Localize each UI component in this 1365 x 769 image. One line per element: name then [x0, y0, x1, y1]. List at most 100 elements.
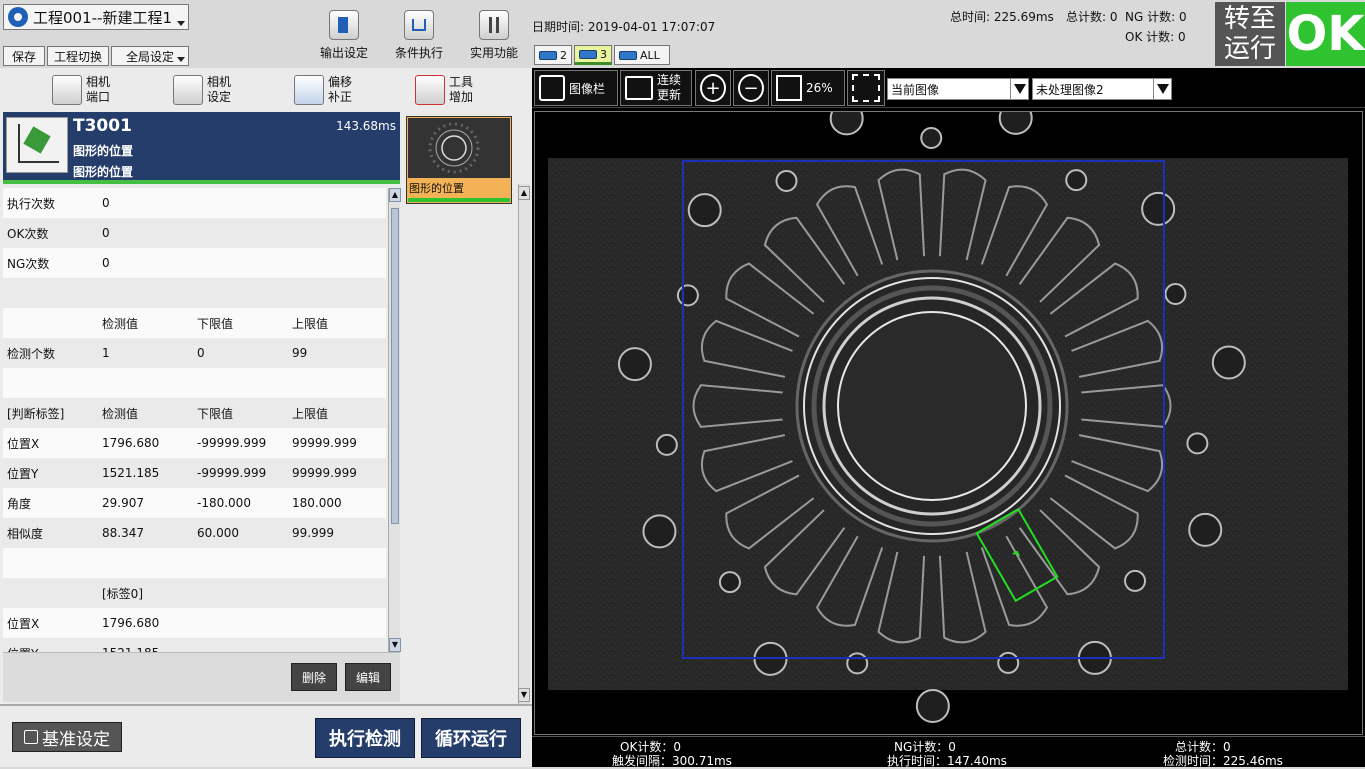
chevron-down-icon [1010, 79, 1028, 99]
save-label: 保存 [11, 49, 36, 64]
table-row[interactable]: [标签0] [3, 578, 386, 608]
table-row[interactable]: 角度 29.907 -180.000 180.000 [3, 488, 386, 518]
result-table: 执行次数 0 OK次数 0 NG次数 0 检测值 下限值 上限值 检测个数 1 0 99 [判断标签] 检测… [3, 188, 386, 652]
camera-tab-2[interactable]: 2 [534, 45, 572, 65]
table-cell: 检测值 [102, 406, 139, 421]
table-cell: NG次数 [7, 256, 50, 271]
table-cell: 1 [102, 346, 110, 360]
table-cell: 位置Y [7, 466, 39, 481]
table-row[interactable]: 位置Y 1521.185 -99999.999 99999.999 [3, 458, 386, 488]
table-cell: 0 [197, 346, 205, 360]
utility-button[interactable]: 实用功能 [459, 10, 529, 64]
table-cell: -99999.999 [197, 436, 267, 450]
camera-tab-all[interactable]: ALL [614, 45, 670, 65]
table-row[interactable]: 检测值 下限值 上限值 [3, 308, 386, 338]
run-check-button[interactable]: 执行检测 [315, 718, 415, 758]
raw-image-select[interactable]: 未处理图像2 [1032, 78, 1172, 100]
zoom-in-icon: + [700, 74, 726, 102]
loop-run-label: 循环运行 [435, 729, 507, 750]
project-name: 工程001--新建工程1 [33, 8, 172, 27]
table-cell: [标签0] [102, 586, 143, 601]
global-settings-button[interactable]: 全局设定 [111, 46, 189, 66]
scroll-down-icon[interactable]: ▼ [389, 638, 401, 652]
loop-run-button[interactable]: 循环运行 [421, 718, 521, 758]
table-row[interactable]: NG次数 0 [3, 248, 386, 278]
go-run-line2: 运行 [1223, 34, 1276, 64]
table-row[interactable]: 位置Y1521.185 [3, 638, 386, 652]
table-cell: 180.000 [292, 496, 342, 510]
table-row[interactable]: [判断标签] 检测值 下限值 上限值 [3, 398, 386, 428]
scroll-down-icon[interactable]: ▼ [518, 688, 530, 702]
tool-type: 图形的位置 [73, 165, 134, 179]
zoom-out-button[interactable]: − [733, 70, 769, 106]
table-row[interactable]: 检测个数 1 0 99 [3, 338, 386, 368]
continuous-line2: 更新 [657, 88, 682, 102]
camera-settings-line1: 相机 [207, 75, 232, 89]
offset-correction-line2: 补正 [328, 90, 353, 104]
image-bar-button[interactable]: 图像栏 [534, 70, 618, 106]
add-tool-line2: 增加 [449, 90, 474, 104]
zoom-in-button[interactable]: + [695, 70, 731, 106]
table-row[interactable]: 执行次数 0 [3, 188, 386, 218]
save-button[interactable]: 保存 [3, 46, 45, 66]
table-scrollbar[interactable]: ▲ ▼ [388, 188, 401, 652]
edit-button[interactable]: 编辑 [345, 663, 391, 691]
current-image-select[interactable]: 当前图像 [887, 78, 1029, 100]
table-row[interactable] [3, 548, 386, 578]
output-settings-label: 输出设定 [319, 46, 368, 60]
output-settings-button[interactable]: 输出设定 [309, 10, 379, 64]
offset-correction-button[interactable]: 偏移 补正 [294, 72, 352, 108]
go-run-button[interactable]: 转至 运行 [1215, 2, 1285, 66]
thumbnail-label: 图形的位置 [409, 182, 464, 195]
viewer-toolbar: 图像栏 连续 更新 + − 26% 当前图像 未处理图像2 [532, 68, 1365, 108]
tool-list-scrollbar[interactable]: ▲ ▼ [518, 184, 530, 704]
chevron-down-icon [177, 21, 185, 26]
status-bar: OK计数：0 触发间隔：300.71ms NG计数：0 执行时间：147.40m… [532, 736, 1365, 768]
gear-icon [8, 7, 28, 27]
table-cell: 29.907 [102, 496, 144, 510]
continuous-update-button[interactable]: 连续 更新 [620, 70, 692, 106]
table-row[interactable] [3, 368, 386, 398]
table-row[interactable] [3, 278, 386, 308]
image-canvas[interactable] [534, 100, 1363, 735]
base-settings-label: 基准设定 [42, 729, 110, 750]
table-cell: 上限值 [292, 316, 329, 331]
camera-port-line2: 端口 [86, 90, 111, 104]
scroll-up-icon[interactable]: ▲ [518, 186, 530, 200]
branch-icon [404, 10, 434, 40]
camera-tab-3[interactable]: 3 [574, 45, 612, 65]
tool-thumbnail[interactable]: 图形的位置 [406, 116, 512, 204]
offset-correction-line1: 偏移 [328, 75, 353, 89]
zoom-level: 26% [806, 81, 833, 95]
camera-settings-button[interactable]: 相机 设定 [173, 72, 231, 108]
scroll-thumb[interactable] [391, 208, 399, 524]
add-tool-label: 工具 增加 [449, 75, 473, 105]
switch-project-button[interactable]: 工程切换 [47, 46, 109, 66]
tool-node-header[interactable]: T3001 图形的位置 图形的位置 143.68ms [3, 112, 400, 184]
camera-port-icon [52, 75, 82, 105]
fit-view-button[interactable]: 26% [771, 70, 845, 106]
table-cell: 0 [102, 226, 110, 240]
scroll-up-icon[interactable]: ▲ [389, 188, 401, 202]
table-row[interactable]: 相似度 88.347 60.000 99.999 [3, 518, 386, 548]
project-select[interactable]: 工程001--新建工程1 [3, 4, 189, 30]
pattern-search-icon [6, 117, 68, 173]
actual-size-button[interactable] [847, 70, 885, 106]
table-cell: 执行次数 [7, 196, 56, 211]
camera-settings-label: 相机 设定 [207, 75, 231, 105]
run-check-label: 执行检测 [329, 729, 401, 750]
table-cell: 1521.185 [102, 466, 160, 480]
add-tool-button[interactable]: 工具 增加 [415, 72, 473, 108]
base-settings-button[interactable]: 基准设定 [12, 722, 122, 752]
delete-button[interactable]: 删除 [291, 663, 337, 691]
settings-icon [24, 730, 38, 744]
table-row[interactable]: 位置X 1796.680 [3, 608, 386, 638]
table-cell: 检测个数 [7, 346, 56, 361]
thumbnail-image [408, 118, 510, 178]
conditional-exec-button[interactable]: 条件执行 [384, 10, 454, 64]
table-cell: 1796.680 [102, 436, 160, 450]
camera-port-button[interactable]: 相机 端口 [52, 72, 110, 108]
table-row[interactable]: OK次数 0 [3, 218, 386, 248]
table-row[interactable]: 位置X 1796.680 -99999.999 99999.999 [3, 428, 386, 458]
top-bar: 工程001--新建工程1 保存 工程切换 全局设定 输出设定 条件执行 实用功能… [0, 0, 1365, 68]
